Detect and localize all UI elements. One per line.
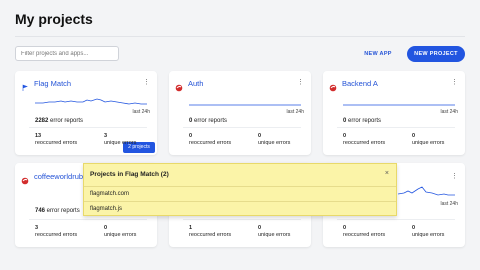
card-menu-icon[interactable]: ⋮ [451,173,458,180]
project-name[interactable]: Backend A [342,79,378,88]
unique-errors-stat: 0 unique errors [258,133,291,146]
error-sparkline [35,98,147,105]
new-app-button[interactable]: NEW APP [356,47,400,61]
unique-errors-stat: 3 unique errors [104,133,137,146]
error-sparkline [398,186,455,196]
project-name[interactable]: Flag Match [34,79,71,88]
card-divider [183,219,301,220]
new-project-button[interactable]: NEW PROJECT [407,46,465,62]
unique-errors-stat: 0 unique errors [104,225,137,238]
error-reports-count: 2282 error reports [35,118,84,124]
header-divider [15,36,465,37]
project-card-backend-a[interactable]: Backend A last 24h 0 error reports 0 reoc… [323,71,465,155]
card-divider [29,219,147,220]
reoccurred-errors-stat: 0 reoccurred errors [343,225,386,238]
reoccurred-errors-stat: 0 reoccurred errors [189,133,232,146]
flag-icon [21,79,29,91]
unique-errors-stat: 0 unique errors [258,225,291,238]
time-range-label: last 24h [132,109,150,115]
popover-title: Projects in Flag Match (2) [90,171,169,178]
unique-errors-stat: 0 unique errors [412,133,445,146]
project-card-flag-match[interactable]: Flag Match 2 projects last 24h 2282 erro… [15,71,157,155]
swirl-logo-icon [21,172,29,185]
page-title: My projects [15,11,93,27]
project-name[interactable]: coffeeworldruby [34,172,87,181]
time-range-label: last 24h [440,109,458,115]
reoccurred-errors-stat: 3 reoccurred errors [35,225,78,238]
swirl-logo-icon [175,79,183,92]
error-sparkline [189,104,301,106]
swirl-logo-icon [329,79,337,92]
error-reports-count: 0 error reports [343,118,382,124]
error-reports-count: 746 error reports [35,208,80,214]
unique-errors-stat: 0 unique errors [412,225,445,238]
card-menu-icon[interactable]: ⋮ [143,79,150,86]
reoccurred-errors-stat: 13 reoccurred errors [35,133,78,146]
card-divider [183,127,301,128]
card-menu-icon[interactable]: ⋮ [297,79,304,86]
popover-project-item[interactable]: flagmatch.js [84,201,396,215]
project-card-auth[interactable]: Auth last 24h 0 error reports 0 reoccurre… [169,71,311,155]
card-divider [337,219,455,220]
reoccurred-errors-stat: 0 reoccurred errors [343,133,386,146]
reoccurred-errors-stat: 1 reoccurred errors [189,225,232,238]
card-divider [29,127,147,128]
time-range-label: last 24h [286,109,304,115]
project-name[interactable]: Auth [188,79,203,88]
popover-project-item[interactable]: flagmatch.com [84,186,396,200]
projects-popover: Projects in Flag Match (2) × flagmatch.c… [83,163,397,216]
time-range-label: last 24h [440,201,458,207]
error-reports-count: 0 error reports [189,118,228,124]
error-sparkline [343,104,455,106]
card-menu-icon[interactable]: ⋮ [451,79,458,86]
project-filter-input[interactable] [15,46,119,61]
card-divider [337,127,455,128]
close-icon[interactable]: × [385,170,389,177]
